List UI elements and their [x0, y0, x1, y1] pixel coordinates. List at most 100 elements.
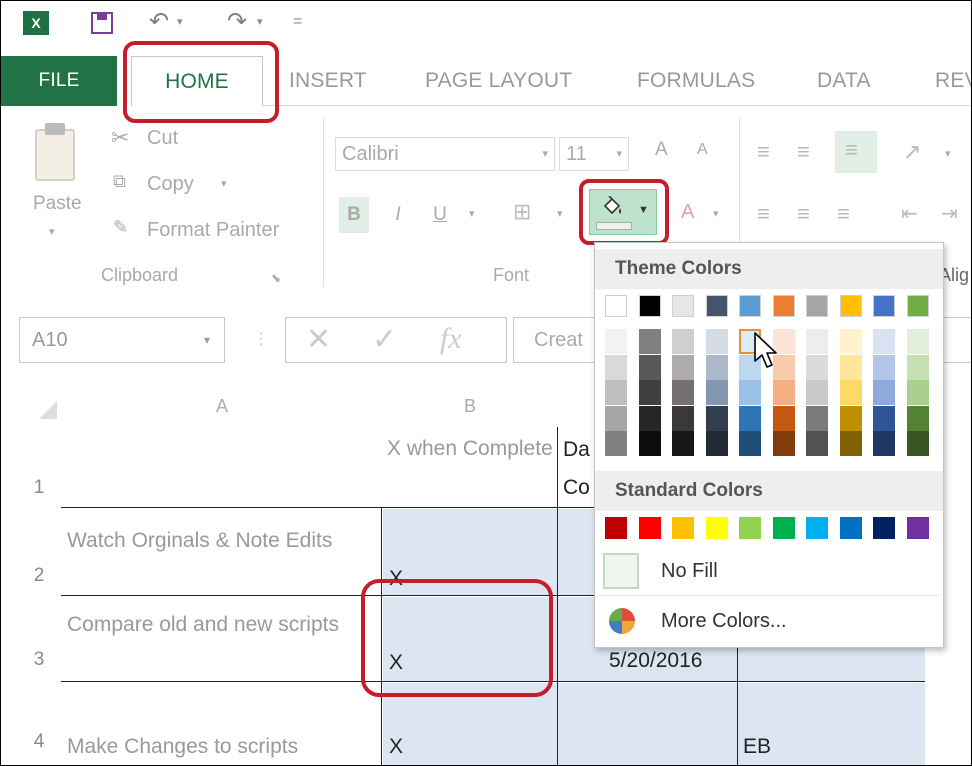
theme-shade-swatch[interactable]: [638, 405, 661, 431]
theme-color-swatch[interactable]: [605, 295, 627, 317]
select-all-corner[interactable]: [21, 391, 61, 423]
undo-icon[interactable]: ↶: [149, 7, 169, 36]
standard-color-swatch[interactable]: [873, 517, 895, 539]
format-painter-icon[interactable]: ✎: [113, 217, 128, 238]
redo-dropdown-icon[interactable]: ▾: [257, 15, 263, 28]
align-top-icon[interactable]: ≡: [757, 139, 770, 165]
theme-shade-swatch[interactable]: [672, 380, 694, 405]
undo-dropdown-icon[interactable]: ▾: [177, 15, 183, 28]
cancel-icon[interactable]: ✕: [306, 322, 331, 357]
borders-dropdown-icon[interactable]: ▾: [557, 207, 563, 220]
enter-icon[interactable]: ✓: [372, 322, 397, 357]
row-header-4[interactable]: 4: [19, 731, 59, 753]
theme-shade-swatch[interactable]: [705, 380, 728, 405]
theme-shade-swatch[interactable]: [638, 380, 661, 405]
align-middle-icon[interactable]: ≡: [797, 139, 810, 165]
theme-shade-swatch[interactable]: [638, 431, 661, 456]
theme-shade-swatch[interactable]: [605, 431, 627, 456]
theme-shade-swatch[interactable]: [705, 431, 728, 456]
redo-icon[interactable]: ↷: [227, 7, 247, 36]
theme-shade-swatch[interactable]: [672, 354, 694, 380]
more-colors-item[interactable]: More Colors...: [595, 599, 943, 643]
standard-color-swatch[interactable]: [839, 517, 862, 539]
theme-color-swatch[interactable]: [638, 295, 661, 317]
theme-shade-swatch[interactable]: [772, 431, 795, 456]
column-header-b[interactable]: B: [383, 387, 557, 425]
copy-icon[interactable]: ⧉: [113, 171, 126, 192]
theme-shade-swatch[interactable]: [873, 329, 895, 354]
theme-shade-swatch[interactable]: [906, 329, 929, 354]
copy-button[interactable]: Copy: [147, 173, 194, 196]
font-size-dropdown-icon[interactable]: ▾: [616, 138, 622, 170]
font-color-dropdown-icon[interactable]: ▾: [713, 207, 719, 220]
align-bottom-button[interactable]: ≡: [835, 131, 877, 173]
theme-color-swatch[interactable]: [873, 295, 895, 317]
standard-color-swatch[interactable]: [705, 517, 728, 539]
theme-shade-swatch[interactable]: [605, 380, 627, 405]
paste-icon[interactable]: [35, 123, 75, 181]
align-right-icon[interactable]: ≡: [837, 201, 850, 227]
theme-shade-swatch[interactable]: [806, 431, 828, 456]
paste-button[interactable]: Paste: [33, 193, 82, 215]
format-painter-button[interactable]: Format Painter: [147, 219, 279, 242]
theme-shade-swatch[interactable]: [672, 431, 694, 456]
decrease-indent-icon[interactable]: ⇤: [901, 201, 918, 226]
insert-function-button[interactable]: fx: [440, 322, 462, 356]
theme-color-swatch[interactable]: [772, 295, 795, 317]
save-icon[interactable]: [91, 12, 113, 34]
name-box[interactable]: A10 ▾: [19, 317, 225, 363]
theme-shade-swatch[interactable]: [839, 405, 862, 431]
theme-shade-swatch[interactable]: [705, 329, 728, 354]
theme-shade-swatch[interactable]: [705, 354, 728, 380]
cell-a3[interactable]: Compare old and new scripts: [67, 605, 367, 645]
font-name-box[interactable]: Calibri ▾: [335, 137, 555, 171]
clipboard-launcher-icon[interactable]: ⬊: [271, 271, 281, 285]
theme-shade-swatch[interactable]: [806, 354, 828, 380]
align-center-icon[interactable]: ≡: [797, 201, 810, 227]
theme-shade-swatch[interactable]: [605, 354, 627, 380]
theme-shade-swatch[interactable]: [873, 354, 895, 380]
theme-shade-swatch[interactable]: [839, 431, 862, 456]
theme-shade-swatch[interactable]: [873, 380, 895, 405]
standard-color-swatch[interactable]: [739, 517, 761, 539]
theme-shade-swatch[interactable]: [772, 405, 795, 431]
row-header-2[interactable]: 2: [19, 565, 59, 587]
theme-shade-swatch[interactable]: [839, 329, 862, 354]
align-left-icon[interactable]: ≡: [757, 201, 770, 227]
theme-color-swatch[interactable]: [806, 295, 828, 317]
tab-review[interactable]: REV: [935, 56, 971, 106]
theme-color-swatch[interactable]: [739, 295, 761, 317]
increase-indent-icon[interactable]: ⇥: [941, 201, 958, 226]
tab-data[interactable]: DATA: [817, 56, 871, 106]
cell-c3[interactable]: 5/20/2016: [609, 643, 733, 679]
cell-b1[interactable]: X when Complete: [387, 431, 555, 467]
theme-color-swatch[interactable]: [839, 295, 862, 317]
row-header-3[interactable]: 3: [19, 649, 59, 671]
standard-color-swatch[interactable]: [806, 517, 828, 539]
theme-shade-swatch[interactable]: [672, 405, 694, 431]
tab-file[interactable]: FILE: [1, 56, 117, 106]
theme-shade-swatch[interactable]: [906, 380, 929, 405]
cell-c4[interactable]: [557, 683, 737, 765]
cell-b4[interactable]: X: [389, 729, 429, 765]
theme-shade-swatch[interactable]: [839, 380, 862, 405]
no-fill-item[interactable]: No Fill: [595, 549, 943, 593]
theme-shade-swatch[interactable]: [806, 405, 828, 431]
grow-font-button[interactable]: A: [655, 139, 668, 161]
orientation-dropdown-icon[interactable]: ▾: [945, 147, 951, 160]
theme-color-swatch[interactable]: [705, 295, 728, 317]
bold-button[interactable]: B: [339, 197, 369, 233]
orientation-icon[interactable]: ↗: [903, 139, 921, 165]
column-header-a[interactable]: A: [63, 387, 381, 425]
excel-app-icon[interactable]: X: [23, 11, 49, 35]
cell-a4[interactable]: Make Changes to scripts: [67, 729, 377, 765]
underline-button[interactable]: U: [429, 197, 451, 233]
font-name-dropdown-icon[interactable]: ▾: [542, 138, 548, 170]
theme-color-swatch[interactable]: [672, 295, 694, 317]
cell-d4[interactable]: EB: [743, 729, 803, 765]
theme-shade-swatch[interactable]: [772, 380, 795, 405]
standard-color-swatch[interactable]: [672, 517, 694, 539]
cell-a2[interactable]: Watch Orginals & Note Edits: [67, 521, 367, 561]
standard-color-swatch[interactable]: [772, 517, 795, 539]
theme-shade-swatch[interactable]: [638, 329, 661, 354]
